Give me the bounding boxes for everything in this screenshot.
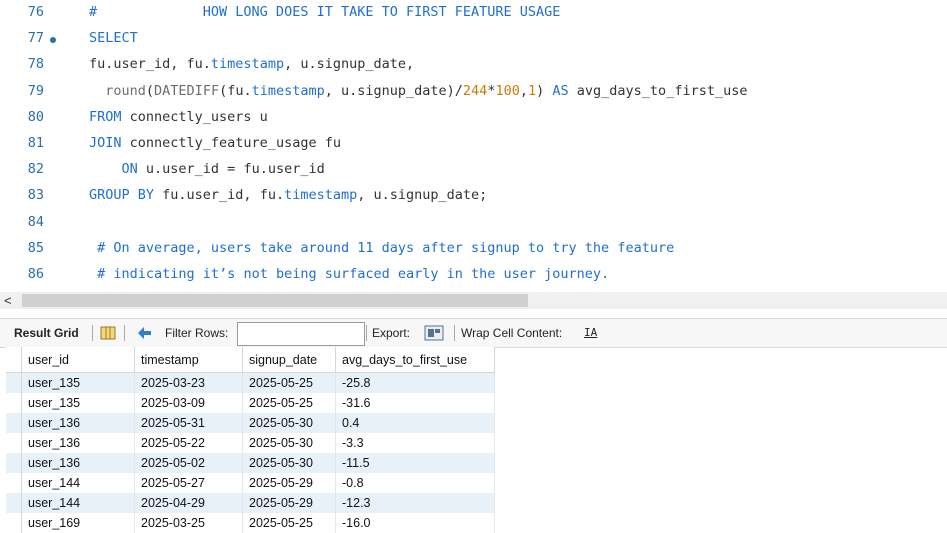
row-header[interactable]: [6, 393, 22, 413]
result-toolbar: Result Grid Filter Rows: Export: Wrap Ce…: [0, 318, 947, 348]
line-number: 77: [27, 30, 44, 47]
table-cell[interactable]: user_144: [21, 493, 135, 513]
table-cell[interactable]: user_135: [21, 372, 135, 393]
table-cell[interactable]: 0.4: [335, 413, 495, 433]
result-grid: user_id timestamp signup_date avg_days_t…: [6, 347, 495, 533]
sql-editor[interactable]: 76 # HOW LONG DOES IT TAKE TO FIRST FEATU…: [0, 0, 947, 292]
toolbar-separator: [124, 325, 125, 341]
table-cell[interactable]: -11.5: [335, 453, 495, 473]
table-cell[interactable]: user_136: [21, 413, 135, 433]
table-cell[interactable]: 2025-03-25: [134, 513, 243, 533]
row-header[interactable]: [6, 493, 22, 513]
table-cell[interactable]: -31.6: [335, 393, 495, 413]
table-row[interactable]: user_144 2025-05-27 2025-05-29 -0.8: [6, 473, 495, 493]
table-cell[interactable]: 2025-03-09: [134, 393, 243, 413]
row-header[interactable]: [6, 433, 22, 453]
column-header[interactable]: signup_date: [242, 347, 336, 373]
table-row[interactable]: user_136 2025-05-22 2025-05-30 -3.3: [6, 433, 495, 453]
line-number: 86: [27, 266, 44, 282]
line-number: 78: [27, 56, 44, 73]
filter-rows-label: Filter Rows:: [165, 326, 229, 340]
table-row[interactable]: user_136 2025-05-31 2025-05-30 0.4: [6, 413, 495, 433]
line-number: 85: [27, 239, 44, 256]
table-cell[interactable]: 2025-05-25: [242, 513, 336, 533]
table-row[interactable]: user_136 2025-05-02 2025-05-30 -11.5: [6, 453, 495, 473]
table-cell[interactable]: -25.8: [335, 372, 495, 393]
horizontal-scrollbar[interactable]: <: [0, 292, 947, 309]
column-header[interactable]: timestamp: [134, 347, 243, 373]
filter-rows-input[interactable]: [237, 322, 365, 346]
table-row[interactable]: user_135 2025-03-09 2025-05-25 -31.6: [6, 393, 495, 413]
table-cell[interactable]: user_136: [21, 433, 135, 453]
table-row[interactable]: user_135 2025-03-23 2025-05-25 -25.8: [6, 372, 495, 393]
line-number: 81: [27, 135, 44, 151]
row-header[interactable]: [6, 413, 22, 433]
line-number: 82: [27, 161, 44, 178]
table-cell[interactable]: 2025-03-23: [134, 372, 243, 393]
table-cell[interactable]: 2025-05-25: [242, 393, 336, 413]
table-cell[interactable]: user_136: [21, 453, 135, 473]
code-line[interactable]: round(DATEDIFF(fu.timestamp, u.signup_da…: [89, 83, 747, 99]
table-cell[interactable]: 2025-05-30: [242, 453, 336, 473]
row-header-corner: [6, 347, 22, 373]
line-number: 84: [27, 213, 44, 230]
table-cell[interactable]: user_169: [21, 513, 135, 533]
code-line[interactable]: JOIN connectly_feature_usage fu: [89, 135, 341, 151]
result-grid-tab[interactable]: Result Grid: [14, 319, 79, 347]
table-cell[interactable]: -16.0: [335, 513, 495, 533]
table-cell[interactable]: 2025-05-30: [242, 413, 336, 433]
table-cell[interactable]: 2025-05-02: [134, 453, 243, 473]
row-header[interactable]: [6, 473, 22, 493]
code-line[interactable]: # indicating it’s not being surfaced ear…: [89, 266, 609, 282]
grid-header-row: user_id timestamp signup_date avg_days_t…: [6, 347, 495, 373]
table-row[interactable]: user_144 2025-04-29 2025-05-29 -12.3: [6, 493, 495, 513]
code-line[interactable]: # On average, users take around 11 days …: [89, 240, 674, 256]
table-cell[interactable]: 2025-04-29: [134, 493, 243, 513]
toolbar-separator: [92, 325, 93, 341]
column-header[interactable]: user_id: [21, 347, 135, 373]
code-line[interactable]: ON u.user_id = fu.user_id: [89, 161, 325, 177]
scrollbar-thumb[interactable]: [22, 294, 528, 307]
table-cell[interactable]: -0.8: [335, 473, 495, 493]
row-header[interactable]: [6, 513, 22, 533]
table-row[interactable]: user_169 2025-03-25 2025-05-25 -16.0: [6, 513, 495, 533]
table-cell[interactable]: 2025-05-27: [134, 473, 243, 493]
table-cell[interactable]: 2025-05-29: [242, 493, 336, 513]
grid-layout-icon[interactable]: [98, 319, 118, 347]
toolbar-separator: [366, 325, 367, 341]
table-cell[interactable]: 2025-05-22: [134, 433, 243, 453]
refresh-icon[interactable]: [134, 319, 156, 347]
table-cell[interactable]: 2025-05-29: [242, 473, 336, 493]
scroll-left-arrow-icon[interactable]: <: [4, 292, 12, 309]
table-cell[interactable]: 2025-05-30: [242, 433, 336, 453]
line-number: 83: [27, 187, 44, 204]
table-cell[interactable]: 2025-05-25: [242, 372, 336, 393]
code-line[interactable]: FROM connectly_users u: [89, 109, 268, 125]
table-cell[interactable]: -12.3: [335, 493, 495, 513]
row-header[interactable]: [6, 372, 22, 393]
code-line[interactable]: # HOW LONG DOES IT TAKE TO FIRST FEATURE…: [89, 4, 560, 20]
export-icon[interactable]: [422, 319, 446, 347]
code-line[interactable]: GROUP BY fu.user_id, fu.timestamp, u.sig…: [89, 187, 487, 203]
table-cell[interactable]: user_144: [21, 473, 135, 493]
column-header[interactable]: avg_days_to_first_use: [335, 347, 495, 373]
export-label: Export:: [372, 326, 411, 340]
row-header[interactable]: [6, 453, 22, 473]
code-line[interactable]: SELECT: [89, 30, 138, 46]
toolbar-separator: [454, 325, 455, 341]
table-cell[interactable]: user_135: [21, 393, 135, 413]
statement-marker-icon: [50, 37, 56, 44]
line-number: 80: [27, 108, 44, 125]
table-cell[interactable]: 2025-05-31: [134, 413, 243, 433]
line-number: 79: [27, 82, 44, 99]
wrap-cell-content-icon[interactable]: IA: [584, 319, 597, 347]
code-line[interactable]: fu.user_id, fu.timestamp, u.signup_date,: [89, 56, 414, 72]
wrap-cell-content-label: Wrap Cell Content:: [461, 326, 563, 340]
table-cell[interactable]: -3.3: [335, 433, 495, 453]
line-number: 76: [27, 4, 44, 20]
